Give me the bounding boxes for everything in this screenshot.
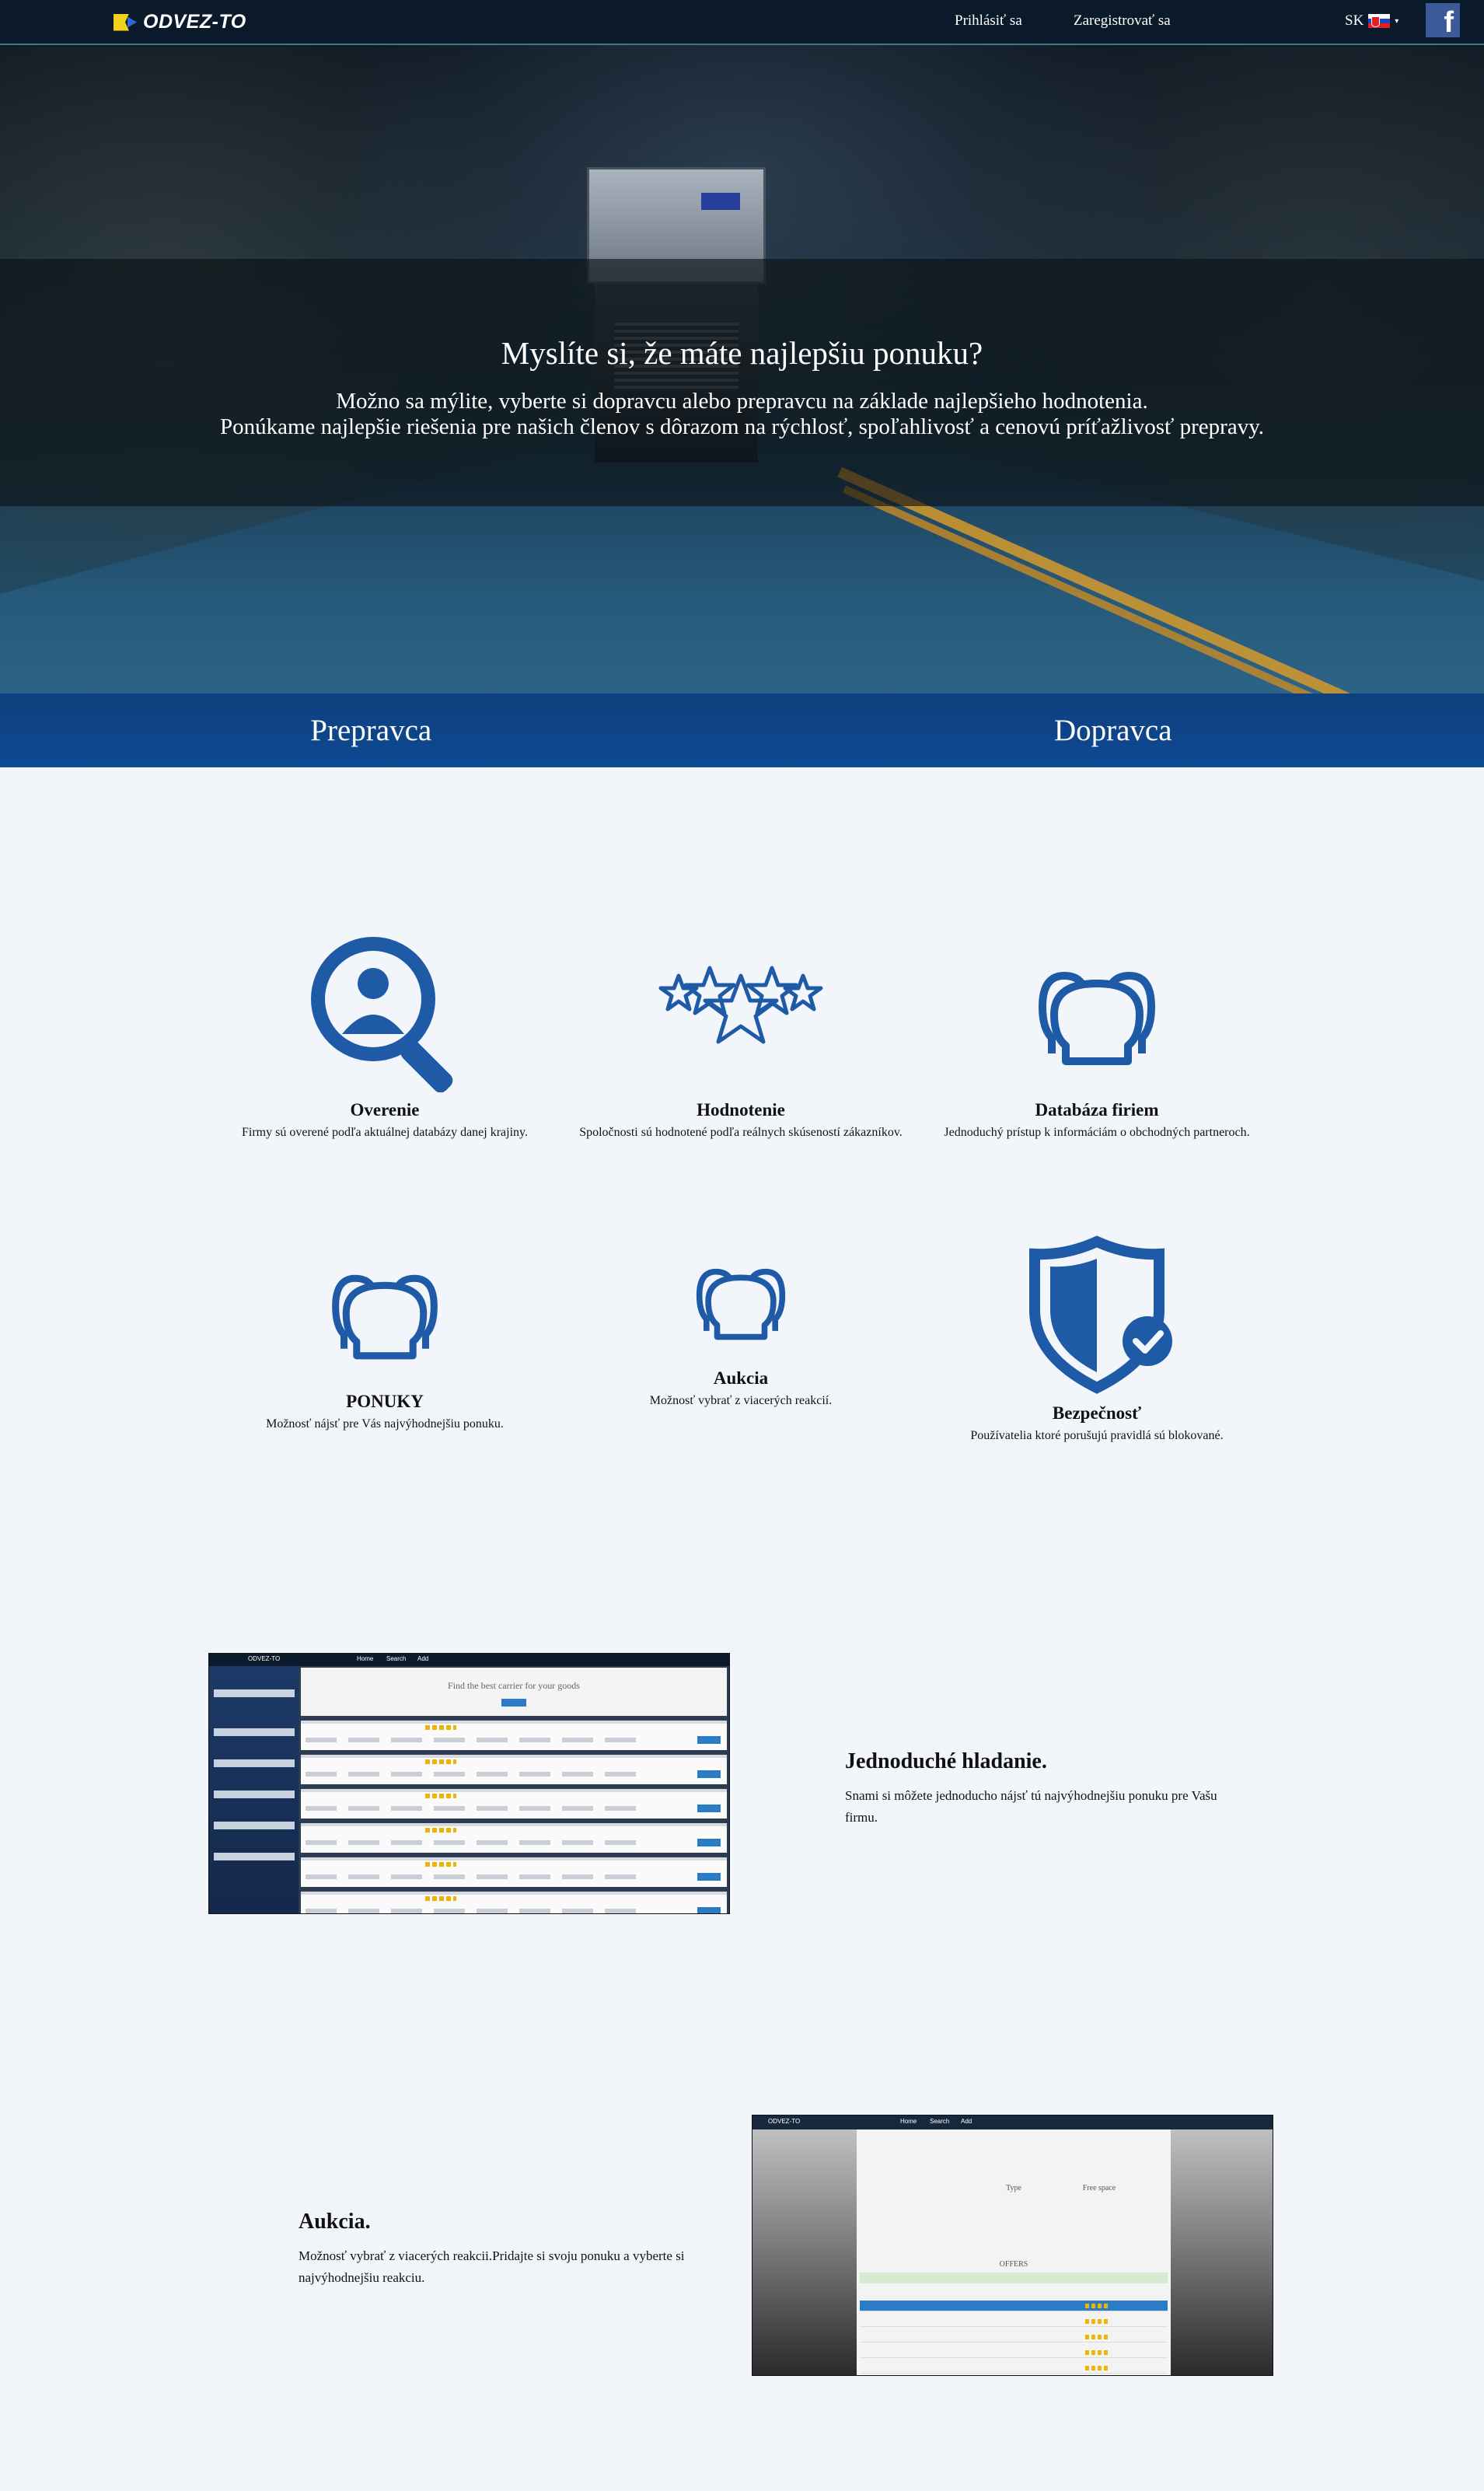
top-navbar: ODVEZ-TO Prihlásiť sa Zaregistrovať sa S… [0,0,1484,45]
logo-text: ODVEZ-TO [143,11,246,33]
feature-rating: Hodnotenie Spoločnosti sú hodnotené podľ… [578,929,904,1140]
tab-dopravca[interactable]: Dopravca [742,693,1484,767]
showcase-text: Snami si môžete jednoducho nájsť tú najv… [845,1788,1217,1825]
language-code: SK [1345,12,1364,29]
hero-section: Myslíte si, že máte najlepšiu ponuku? Mo… [0,0,1484,693]
feature-title: Bezpečnosť [1052,1403,1142,1423]
feature-text: Firmy sú overené podľa aktuálnej databáz… [242,1126,528,1139]
screenshot-nav-item: Add [417,1655,429,1662]
feature-database: Databáza firiem Jednoduchý prístup k inf… [934,929,1260,1140]
screenshot-nav-item: Add [961,2118,972,2125]
screenshot-logo: ODVEZ-TO [768,2118,801,2125]
stars-icon [658,966,823,1044]
feature-security: Bezpečnosť Používatelia ktoré porušujú p… [934,1232,1260,1443]
hero-subtitle-line: Možno sa mýlite, vyberte si dopravcu ale… [336,389,1148,414]
screenshot-auction-panel: Type Free space OFFERS [857,2129,1171,2375]
showcase-text: Možnosť vybrať z viacerých reakcii.Prida… [299,2248,685,2285]
screenshot-label: OFFERS [999,2260,1028,2269]
search-person-icon [311,937,453,1092]
hero-subtitle-line: Ponúkame najlepšie riešenia pre našich č… [219,414,1265,439]
feature-text: Jednoduchý prístup k informáciám o obcho… [944,1126,1250,1139]
logo-flag-icon [113,13,138,31]
login-link[interactable]: Prihlásiť sa [955,12,1022,30]
site-logo[interactable]: ODVEZ-TO [113,11,246,33]
screenshot-nav-item: Search [930,2118,950,2125]
feature-title: Aukcia [713,1368,769,1388]
users-group-icon [1039,972,1155,1065]
users-group-icon [332,1274,438,1360]
language-selector[interactable]: SK ▾ [1345,12,1398,30]
feature-auction: Aukcia Možnosť vybrať z viacerých reakci… [578,1236,904,1408]
register-link[interactable]: Zaregistrovať sa [1074,12,1171,30]
slovak-flag-icon [1368,14,1391,28]
screenshot-nav-item: Home [900,2118,917,2125]
screenshot-header: ODVEZ-TO Home Search Add [752,2115,1273,2129]
search-screenshot: ODVEZ-TO Home Search Add Find the best c… [208,1653,730,1914]
screenshot-sidebar [209,1666,299,1913]
feature-title: Overenie [350,1100,420,1120]
screenshot-nav-item: Search [386,1655,407,1662]
screenshot-heading: Find the best carrier for your goods [448,1680,580,1691]
shield-check-icon [1029,1235,1172,1394]
feature-title: Hodnotenie [697,1100,785,1120]
feature-text: Spoločnosti sú hodnotené podľa reálnych … [579,1126,903,1139]
facebook-icon[interactable]: f [1426,3,1460,37]
caret-down-icon: ▾ [1395,16,1399,26]
users-group-icon [696,1268,786,1340]
auction-screenshot: ODVEZ-TO Home Search Add Type Free space… [752,2115,1273,2376]
role-tabs: Prepravca Dopravca [0,693,1484,767]
showcase-title: Aukcia. [299,2210,371,2234]
screenshot-nav-item: Home [357,1655,374,1662]
screenshot-search-box: Find the best carrier for your goods [301,1668,727,1716]
search-feature-text: Jednoduché hladanie. Snami si môžete jed… [845,1749,1249,1829]
tab-prepravca[interactable]: Prepravca [0,693,742,767]
screenshot-header: ODVEZ-TO Home Search Add [209,1654,729,1666]
auction-feature-text: Aukcia. Možnosť vybrať z viacerých reakc… [299,2210,703,2289]
feature-text: Možnosť nájsť pre Vás najvýhodnejšiu pon… [266,1417,504,1431]
hero-subtitle: Možno sa mýlite, vyberte si dopravcu ale… [0,389,1484,440]
feature-verification: Overenie Firmy sú overené podľa aktuálne… [222,929,548,1140]
screenshot-label: Free space [1082,2184,1116,2192]
hero-text-band [0,259,1484,506]
showcase-title: Jednoduché hladanie. [845,1749,1047,1773]
feature-title: Databáza firiem [1035,1100,1159,1120]
feature-offers: PONUKY Možnosť nájsť pre Vás najvýhodnej… [222,1236,548,1431]
feature-text: Možnosť vybrať z viacerých reakcií. [649,1394,833,1407]
hero-title: Myslíte si, že máte najlepšiu ponuku? [501,335,983,371]
feature-title: PONUKY [346,1392,424,1411]
screenshot-logo: ODVEZ-TO [248,1655,281,1662]
feature-text: Používatelia ktoré porušujú pravidlá sú … [970,1429,1224,1442]
